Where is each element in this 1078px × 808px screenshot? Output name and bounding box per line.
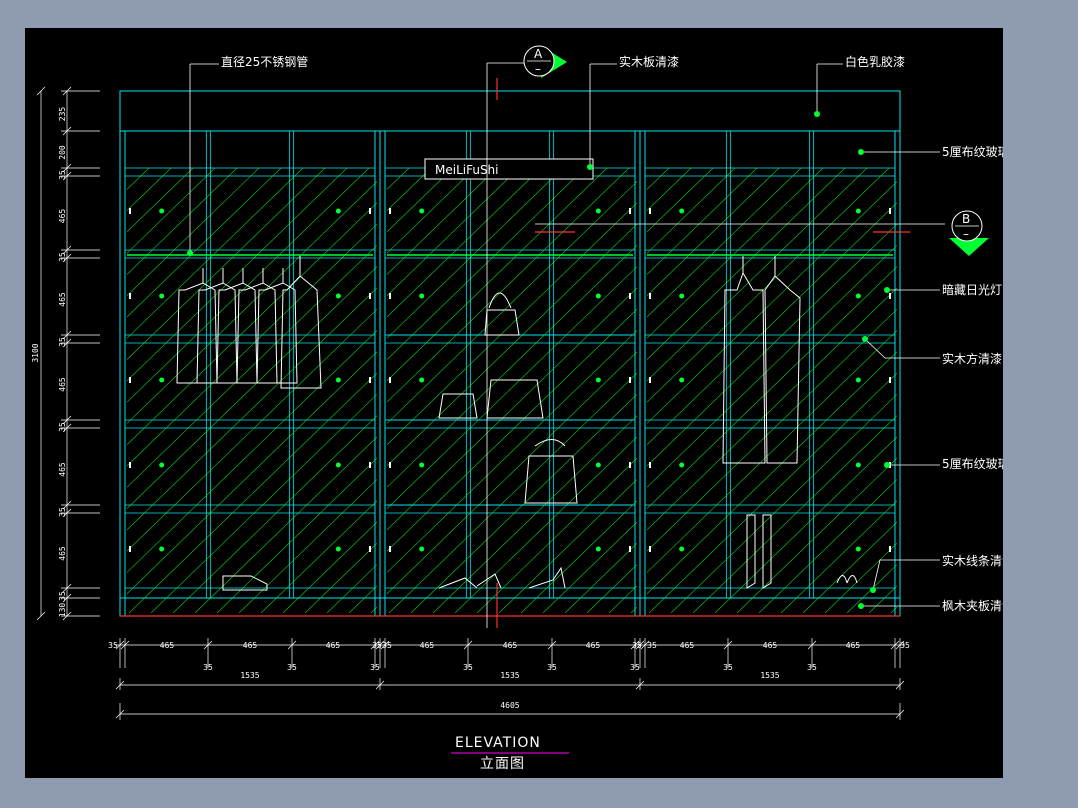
section-b-sub: –: [963, 227, 969, 241]
bdim1-4: 35: [372, 641, 382, 650]
callout-4: 暗藏日光灯: [942, 282, 1002, 297]
section-b-letter: B: [962, 212, 970, 226]
callout-2: 白色乳胶漆: [845, 54, 905, 69]
baydim-0: 1535: [240, 671, 259, 680]
vdim-8: 35: [58, 422, 67, 432]
bdim1-10: 35: [647, 641, 657, 650]
shop-sign: MeiLiFuShi: [424, 158, 594, 180]
coats-left-icon: [176, 256, 322, 389]
glass-hatch: [127, 168, 897, 613]
section-a-letter: A: [534, 47, 543, 61]
vdim-10: 35: [58, 507, 67, 517]
vdim-6: 35: [58, 337, 67, 347]
vdim-11: 465: [58, 546, 67, 561]
vdim-0: 235: [58, 107, 67, 122]
bdim2-1: 35: [287, 663, 297, 672]
total-width: 4605: [500, 701, 519, 710]
material-callouts: 直径25不锈钢管 实木板清漆 白色乳胶漆 5厘布纹玻璃暗藏日光灯实木方清漆 5厘布纹玻璃…: [187, 54, 1003, 613]
bdim1-3: 465: [326, 641, 341, 650]
bdim1-0: 35: [108, 641, 118, 650]
bdim1-5: 35: [382, 641, 392, 650]
drawing-canvas: MeiLiFuShi A – B – 直径25不锈钢管 实木板清漆 白色乳胶漆 …: [25, 28, 1003, 778]
baydim-2: 1535: [760, 671, 779, 680]
middle-shelves: [387, 334, 633, 506]
vdim-4: 35: [58, 252, 67, 262]
callout-0: 直径25不锈钢管: [221, 54, 308, 69]
elevation-drawing: MeiLiFuShi A – B – 直径25不锈钢管 实木板清漆 白色乳胶漆5…: [31, 45, 1003, 772]
bdim1-6: 465: [420, 641, 435, 650]
bdim2-3: 35: [463, 663, 473, 672]
vdim-7: 465: [58, 377, 67, 392]
bdim2-7: 35: [807, 663, 817, 672]
callout-5: 实木方清漆: [942, 351, 1002, 366]
vdim-9: 465: [58, 462, 67, 477]
vdim-13: 130: [58, 603, 67, 618]
title-en: ELEVATION: [455, 735, 541, 751]
bdim1-14: 35: [900, 641, 910, 650]
callout-6: 5厘布纹玻璃拉手: [942, 456, 1003, 471]
section-a-sub: –: [535, 62, 541, 76]
bdim2-5: 35: [630, 663, 640, 672]
drawing-title: ELEVATION 立面图: [451, 735, 569, 772]
vdim-2: 35: [58, 170, 67, 180]
bdim1-2: 465: [243, 641, 258, 650]
section-marker-b: B –: [949, 210, 989, 256]
bdim1-9: 35: [632, 641, 642, 650]
vdim-1: 200: [58, 145, 67, 160]
bdim1-7: 465: [503, 641, 518, 650]
vdim-5: 465: [58, 292, 67, 307]
callout-3: 5厘布纹玻璃: [942, 145, 1003, 159]
coats-right-icon: [722, 256, 801, 464]
callout-8: 枫木夹板清漆: [942, 598, 1003, 613]
bdim1-1: 465: [160, 641, 175, 650]
vdim-3: 465: [58, 209, 67, 224]
bdim1-12: 465: [763, 641, 778, 650]
baydim-1: 1535: [500, 671, 519, 680]
handbags-icon: [438, 292, 578, 504]
bdim1-13: 465: [846, 641, 861, 650]
bdim2-4: 35: [547, 663, 557, 672]
total-height: 3100: [31, 343, 40, 362]
sign-text: MeiLiFuShi: [435, 163, 499, 177]
bdim2-2: 35: [370, 663, 380, 672]
bdim2-6: 35: [723, 663, 733, 672]
bdim1-11: 465: [680, 641, 695, 650]
vdim-12: 35: [58, 591, 67, 601]
bdim1-8: 465: [586, 641, 601, 650]
section-marker-a: A –: [523, 45, 567, 78]
callout-7: 实木线条清漆: [942, 553, 1003, 568]
title-cn: 立面图: [480, 756, 525, 772]
callout-1: 实木板清漆: [619, 54, 679, 69]
bdim2-0: 35: [203, 663, 213, 672]
glass-panel-grid: [125, 131, 895, 598]
